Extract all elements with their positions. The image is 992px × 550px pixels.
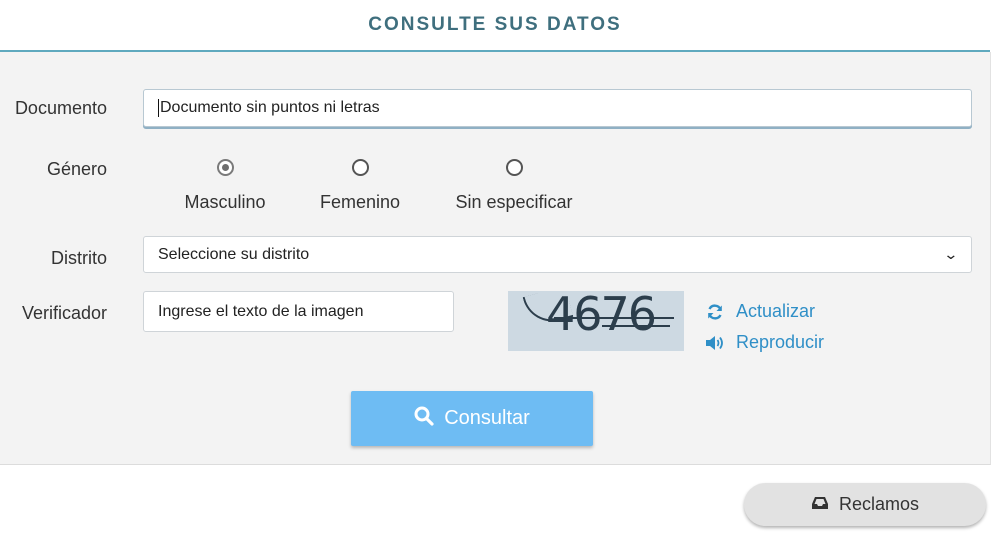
search-icon bbox=[414, 406, 444, 432]
captcha-image: 4676 bbox=[508, 291, 684, 351]
play-captcha-label: Reproducir bbox=[736, 332, 825, 352]
distrito-select[interactable]: Seleccione su distrito ⌄ bbox=[143, 236, 972, 273]
page-header: CONSULTE SUS DATOS bbox=[0, 0, 990, 52]
verificador-label: Verificador bbox=[21, 303, 107, 323]
captcha-noise bbox=[554, 317, 674, 319]
documento-input-text: Documento sin puntos ni letras bbox=[160, 99, 380, 116]
reclamos-button-label: Reclamos bbox=[838, 494, 920, 514]
radio-button-checked[interactable] bbox=[216, 159, 234, 176]
verificador-input-text: Ingrese el texto de la imagen bbox=[158, 302, 364, 320]
genero-label: Género bbox=[46, 159, 107, 179]
radio-sin-especificar[interactable]: Sin especificar bbox=[450, 159, 578, 213]
radio-masculino[interactable]: Masculino bbox=[180, 159, 270, 213]
captcha-text: 4676 bbox=[546, 291, 657, 341]
radio-label-masculino: Masculino bbox=[184, 192, 266, 212]
captcha-noise bbox=[602, 325, 670, 327]
distrito-label: Distrito bbox=[50, 248, 107, 268]
radio-button[interactable] bbox=[351, 159, 369, 176]
consultar-button-label: Consultar bbox=[444, 407, 530, 429]
radio-label-femenino: Femenino bbox=[319, 192, 401, 212]
refresh-captcha-label: Actualizar bbox=[736, 301, 816, 321]
consultar-button[interactable]: Consultar bbox=[351, 391, 593, 446]
radio-button[interactable] bbox=[505, 159, 523, 176]
distrito-selected-value: Seleccione su distrito bbox=[158, 245, 310, 263]
verificador-input[interactable]: Ingrese el texto de la imagen bbox=[143, 291, 454, 332]
page-title: CONSULTE SUS DATOS bbox=[368, 14, 622, 35]
radio-label-sin-especificar: Sin especificar bbox=[455, 192, 573, 212]
text-caret bbox=[158, 99, 159, 117]
documento-input[interactable]: Documento sin puntos ni letras bbox=[143, 89, 972, 127]
radio-femenino[interactable]: Femenino bbox=[316, 159, 404, 213]
refresh-captcha-link[interactable]: Actualizar bbox=[704, 301, 815, 322]
refresh-icon bbox=[704, 303, 726, 321]
play-captcha-link[interactable]: Reproducir bbox=[704, 332, 824, 353]
documento-label: Documento bbox=[14, 98, 107, 118]
reclamos-button[interactable]: Reclamos bbox=[744, 483, 986, 526]
chevron-down-icon: ⌄ bbox=[943, 246, 959, 262]
consult-form: Documento Documento sin puntos ni letras… bbox=[0, 52, 991, 465]
inbox-icon bbox=[811, 494, 839, 515]
speaker-icon bbox=[704, 335, 726, 351]
